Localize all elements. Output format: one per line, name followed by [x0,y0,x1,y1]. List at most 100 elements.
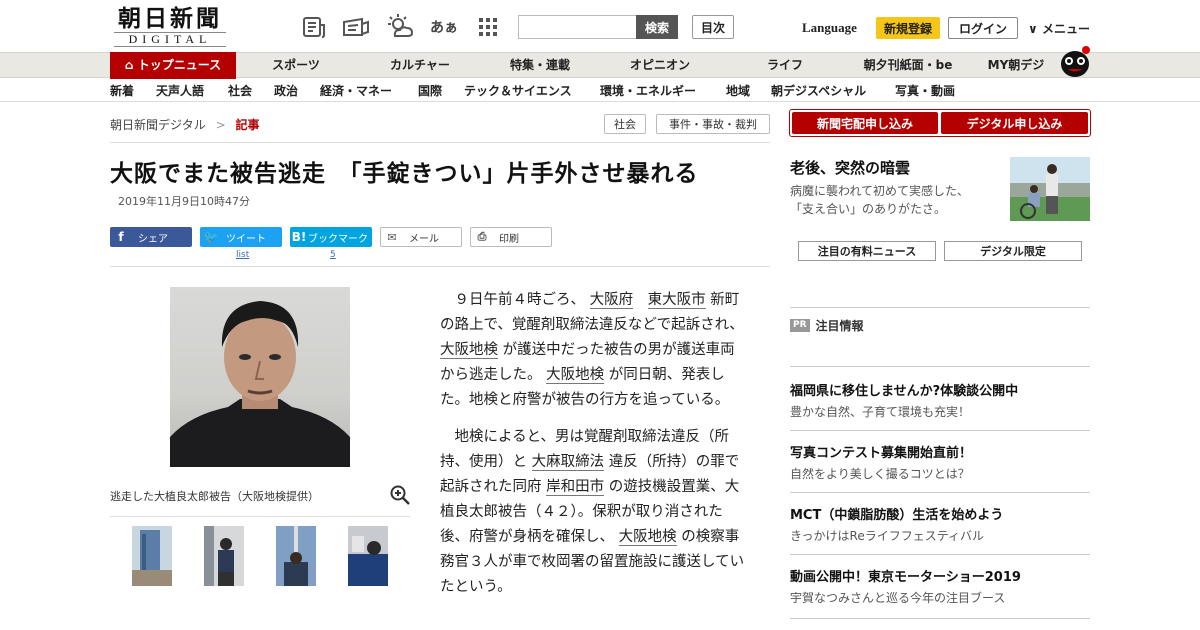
logo-kanji: 朝日新聞 [118,5,222,32]
nav-features[interactable]: 特集・連載 [494,53,586,78]
register-button[interactable]: 新規登録 [876,17,940,39]
article-date: 2019年11月9日10時47分 [118,195,250,208]
keyword-link[interactable]: 岸和田市 [546,479,605,496]
divider [110,142,770,143]
pr-item-sub: 宇賀なつみさんと巡る今年の注目ブース [790,591,1006,605]
breadcrumb-home[interactable]: 朝日新聞デジタル [110,118,206,132]
keyword-link[interactable]: 大阪地検 [440,342,498,359]
subnav-society[interactable]: 社会 [228,82,252,99]
pr-item[interactable]: MCT（中鎖脂肪酸）生活を始めよう きっかけはReライフフェスティバル [790,504,1003,544]
font-size-icon[interactable]: あぁ [430,13,458,41]
mail-button[interactable]: ✉ メール [380,227,462,247]
thumbnail-photo[interactable] [132,526,172,586]
nav-life[interactable]: ライフ [745,53,825,78]
keyword-link[interactable]: 東大阪市 [647,292,706,309]
divider [110,516,410,517]
breadcrumb: 朝日新聞デジタル > 記事 [110,116,260,133]
nav-top-news[interactable]: ⌂ トップニュース [110,52,236,79]
pr-item-title: 写真コンテスト募集開始直前！ [790,446,973,461]
divider [790,307,1090,308]
divider [790,554,1090,555]
language-link[interactable]: Language [802,20,857,36]
divider [790,366,1090,367]
subscribe-digital-button[interactable]: デジタル申し込み [941,112,1088,134]
search-button[interactable]: 検索 [636,15,678,39]
divider [790,492,1090,493]
subnav-politics[interactable]: 政治 [274,82,298,99]
global-nav: ⌂ トップニュース スポーツ カルチャー 特集・連載 オピニオン ライフ 朝夕刊… [0,52,1200,79]
subnav-latest[interactable]: 新着 [110,82,134,99]
subnav-tensei[interactable]: 天声人語 [156,82,204,99]
thumbnail-photo[interactable] [204,526,244,586]
logo-digital: DIGITAL [114,32,226,47]
tag-incidents[interactable]: 事件・事故・裁判 [656,114,770,134]
twitter-icon: 🐦 [203,230,219,244]
pr-header: PR 注目情報 [790,317,864,334]
menu-label: メニュー [1041,22,1090,36]
pr-item[interactable]: 福岡県に移住しませんか?体験談公開中 豊かな自然、子育て環境も充実！ [790,380,1018,420]
subnav-environment[interactable]: 環境・エネルギー [600,82,696,99]
pr-item-title: MCT（中鎖脂肪酸）生活を始めよう [790,508,1004,523]
sub-nav: 新着 天声人語 社会 政治 経済・マネー 国際 テック＆サイエンス 環境・エネル… [0,79,1200,102]
feature-summary-line: 病魔に襲われて初めて実感した、 [790,184,970,198]
mail-label: メール [409,233,439,245]
suspect-photo[interactable] [170,287,350,467]
keyword-link[interactable]: 大麻取締法 [531,454,605,471]
subnav-special[interactable]: 朝デジスペシャル [771,82,866,99]
nav-my[interactable]: MY朝デジ [976,53,1056,78]
tag-society[interactable]: 社会 [604,114,646,134]
paid-news-button[interactable]: 注目の有料ニュース [798,241,936,261]
pr-item-title: 福岡県に移住しませんか?体験談公開中 [790,384,1019,399]
chevron-down-icon: ∨ [1028,22,1038,36]
digital-only-button[interactable]: デジタル限定 [944,241,1082,261]
twitter-tweet-button[interactable]: 🐦 ツイート [200,227,282,247]
nav-label: トップニュース [137,58,222,72]
facebook-share-button[interactable]: f シェア [110,227,192,247]
feature-image[interactable] [1010,157,1090,221]
print-icon: ⎙ [477,230,487,243]
text: ９日午前４時ごろ、 [454,292,586,308]
home-icon: ⌂ [124,58,134,72]
pr-item-sub: 豊かな自然、子育て環境も充実！ [790,405,971,419]
pr-label: 注目情報 [815,319,864,333]
pr-item-sub: 自然をより美しく撮るコツとは？ [790,467,970,481]
mascot-icon[interactable] [1058,44,1092,78]
print-button[interactable]: ⎙ 印刷 [470,227,552,247]
zoom-icon[interactable] [390,485,410,505]
subnav-economy[interactable]: 経済・マネー [320,82,392,99]
thumbnail-photo[interactable] [348,526,388,586]
tweet-count[interactable]: list [236,250,249,260]
nav-paper[interactable]: 朝夕刊紙面・be [848,53,968,78]
nav-opinion[interactable]: オピニオン [614,53,706,78]
thumbnail-photo[interactable] [276,526,316,586]
menu-button[interactable]: ∨ メニュー [1028,20,1090,37]
subnav-region[interactable]: 地域 [726,82,750,99]
pr-item-sub: きっかけはReライフフェスティバル [790,529,984,543]
search-input[interactable] [518,15,636,39]
keyword-link[interactable]: 大阪地検 [618,529,677,546]
pr-item[interactable]: 動画公開中！東京モーターショー2019 宇賀なつみさんと巡る今年の注目ブース [790,566,1021,606]
breadcrumb-current: 記事 [235,118,260,132]
subnav-photo[interactable]: 写真・動画 [895,82,955,99]
subnav-intl[interactable]: 国際 [418,82,442,99]
apps-icon[interactable] [474,13,502,41]
pr-item[interactable]: 写真コンテスト募集開始直前！ 自然をより美しく撮るコツとは？ [790,442,972,482]
nav-sports[interactable]: スポーツ [250,53,342,78]
bookmark-count[interactable]: 5 [330,250,336,260]
facebook-icon: f [118,230,124,244]
keyword-link[interactable]: 大阪地検 [546,367,605,384]
feature-title[interactable]: 老後、突然の暗雲 [790,157,910,178]
site-logo[interactable]: 朝日新聞 DIGITAL [108,6,232,48]
keyword-link[interactable]: 大阪府 [589,292,634,309]
subscribe-paper-button[interactable]: 新聞宅配申し込み [792,112,938,134]
news-icon[interactable] [300,13,328,41]
edition-icon[interactable] [342,13,370,41]
login-button[interactable]: ログイン [948,17,1018,39]
weather-icon[interactable] [386,13,414,41]
divider [790,618,1090,619]
contents-button[interactable]: 目次 [692,15,734,39]
hatena-bookmark-button[interactable]: B! ブックマーク [290,227,372,247]
divider [790,430,1090,431]
nav-culture[interactable]: カルチャー [370,53,470,78]
subnav-tech[interactable]: テック＆サイエンス [464,82,572,99]
